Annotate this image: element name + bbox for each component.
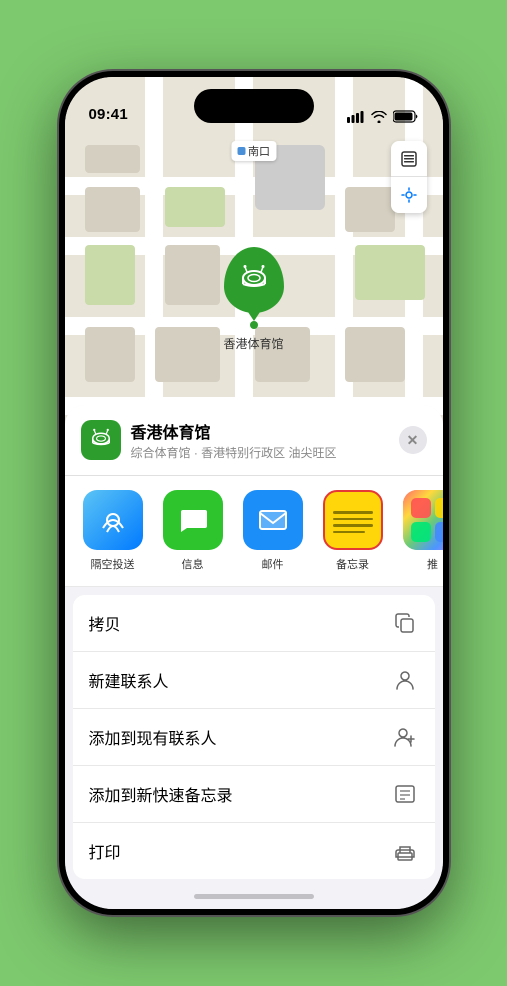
share-item-message[interactable]: 信息 bbox=[161, 490, 225, 572]
marker-pin bbox=[223, 247, 283, 313]
notes-icon bbox=[323, 490, 383, 550]
close-button[interactable]: ✕ bbox=[399, 426, 427, 454]
stadium-marker[interactable]: 香港体育馆 bbox=[223, 247, 283, 352]
person-add-icon bbox=[391, 723, 419, 751]
dynamic-island bbox=[194, 89, 314, 123]
phone-frame: 09:41 bbox=[59, 71, 449, 915]
message-label: 信息 bbox=[182, 556, 204, 572]
phone-screen: 09:41 bbox=[65, 77, 443, 909]
notes-label: 备忘录 bbox=[336, 556, 369, 572]
venue-name: 香港体育馆 bbox=[131, 419, 337, 443]
mail-graphic bbox=[257, 504, 289, 536]
venue-info: 香港体育馆 综合体育馆 · 香港特别行政区 油尖旺区 bbox=[81, 419, 337, 461]
bottom-sheet: 香港体育馆 综合体育馆 · 香港特别行政区 油尖旺区 ✕ bbox=[65, 405, 443, 909]
message-graphic bbox=[177, 504, 209, 536]
stadium-icon bbox=[237, 264, 269, 296]
action-item-print[interactable]: 打印 bbox=[73, 823, 435, 879]
map-label-text: 南口 bbox=[248, 143, 270, 159]
marker-label: 香港体育馆 bbox=[223, 335, 283, 352]
signal-icon bbox=[347, 111, 365, 123]
venue-subtitle: 综合体育馆 · 香港特别行政区 油尖旺区 bbox=[131, 444, 337, 461]
venue-icon bbox=[81, 420, 121, 460]
share-row: 隔空投送 信息 bbox=[65, 476, 443, 587]
map-layers-button[interactable] bbox=[391, 141, 427, 177]
marker-dot bbox=[249, 321, 257, 329]
location-button[interactable] bbox=[391, 177, 427, 213]
note-icon bbox=[391, 780, 419, 808]
map-label: 南口 bbox=[231, 141, 276, 161]
map-label-dot bbox=[237, 147, 245, 155]
venue-stadium-icon bbox=[89, 428, 113, 452]
action-list: 拷贝 新建联系人 bbox=[73, 595, 435, 879]
share-item-more[interactable]: 推 bbox=[401, 490, 443, 572]
more-graphic bbox=[403, 490, 443, 550]
share-item-mail[interactable]: 邮件 bbox=[241, 490, 305, 572]
action-item-copy[interactable]: 拷贝 bbox=[73, 595, 435, 652]
print-icon bbox=[391, 837, 419, 865]
share-item-notes[interactable]: 备忘录 bbox=[321, 490, 385, 572]
mail-label: 邮件 bbox=[262, 556, 284, 572]
map-controls bbox=[391, 141, 427, 213]
more-icon bbox=[403, 490, 443, 550]
copy-icon bbox=[391, 609, 419, 637]
status-time: 09:41 bbox=[89, 106, 128, 123]
action-item-add-contact[interactable]: 添加到现有联系人 bbox=[73, 709, 435, 766]
action-label-print: 打印 bbox=[89, 839, 121, 863]
airdrop-graphic bbox=[97, 504, 129, 536]
action-label-new-contact: 新建联系人 bbox=[89, 668, 169, 692]
action-item-add-note[interactable]: 添加到新快速备忘录 bbox=[73, 766, 435, 823]
action-item-new-contact[interactable]: 新建联系人 bbox=[73, 652, 435, 709]
battery-icon bbox=[393, 110, 419, 123]
more-label: 推 bbox=[427, 556, 438, 572]
status-icons bbox=[347, 110, 419, 123]
person-icon bbox=[391, 666, 419, 694]
home-indicator bbox=[194, 894, 314, 899]
message-icon bbox=[163, 490, 223, 550]
action-label-add-note: 添加到新快速备忘录 bbox=[89, 782, 233, 806]
share-item-airdrop[interactable]: 隔空投送 bbox=[81, 490, 145, 572]
action-label-add-contact: 添加到现有联系人 bbox=[89, 725, 217, 749]
notes-lines bbox=[325, 501, 381, 539]
venue-card: 香港体育馆 综合体育馆 · 香港特别行政区 油尖旺区 ✕ bbox=[65, 405, 443, 476]
mail-icon bbox=[243, 490, 303, 550]
airdrop-icon bbox=[83, 490, 143, 550]
airdrop-label: 隔空投送 bbox=[91, 556, 135, 572]
venue-text: 香港体育馆 综合体育馆 · 香港特别行政区 油尖旺区 bbox=[131, 419, 337, 461]
action-label-copy: 拷贝 bbox=[89, 611, 121, 635]
wifi-icon bbox=[371, 111, 387, 123]
